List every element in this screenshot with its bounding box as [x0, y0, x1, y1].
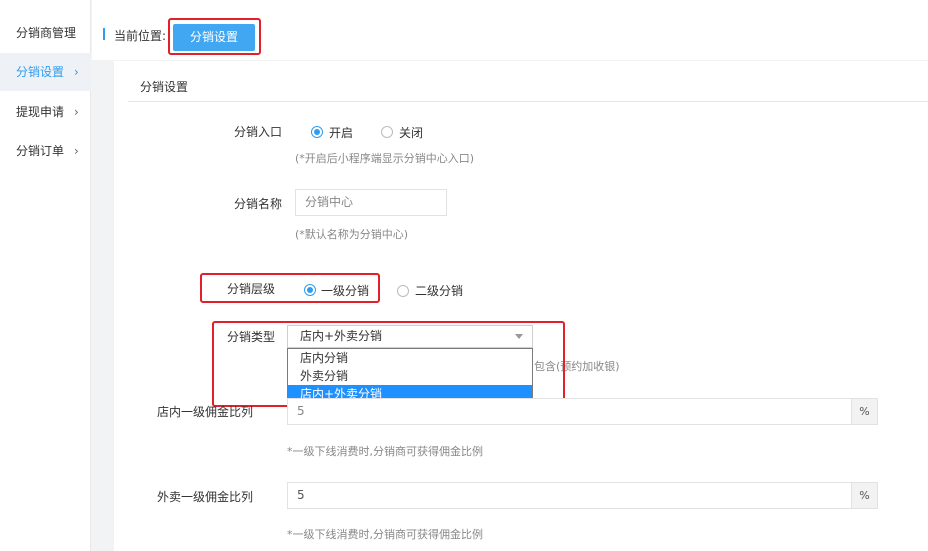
percent-suffix: % — [851, 398, 878, 425]
sidebar: 分销商管理 分销设置 › 提现申请 › 分销订单 › — [0, 0, 91, 551]
store-rate-hint: *一级下线消费时,分销商可获得佣金比例 — [287, 445, 483, 458]
breadcrumb-marker — [103, 28, 105, 40]
entry-option-on[interactable]: 开启 — [329, 124, 353, 141]
highlight-box-type — [212, 321, 565, 407]
panel-title: 分销设置 — [140, 80, 189, 94]
takeout-commission-rate-input[interactable]: 5 — [287, 482, 852, 509]
sidebar-item-distribution-orders[interactable]: 分销订单 › — [0, 132, 91, 170]
chevron-right-icon: › — [74, 105, 79, 119]
entry-hint: (*开启后小程序端显示分销中心入口) — [295, 152, 475, 165]
percent-suffix: % — [851, 482, 878, 509]
panel-divider — [128, 101, 928, 102]
breadcrumb-label: 当前位置: — [114, 29, 167, 43]
store-rate-label: 店内一级佣金比列 — [157, 405, 254, 419]
entry-radio-on[interactable] — [311, 126, 323, 138]
name-label: 分销名称 — [234, 197, 283, 211]
chevron-right-icon: › — [74, 65, 79, 79]
entry-option-off[interactable]: 关闭 — [399, 124, 423, 141]
store-commission-rate-input[interactable]: 5 — [287, 398, 852, 425]
takeout-rate-hint: *一级下线消费时,分销商可获得佣金比例 — [287, 528, 483, 541]
entry-radio-off[interactable] — [381, 126, 393, 138]
sidebar-item-distribution-settings[interactable]: 分销设置 › — [0, 53, 91, 91]
main-content: 当前位置: 分销设置 分销设置 分销入口 开启 关闭 (*开启后小程序端显示分销… — [92, 0, 928, 551]
entry-label: 分销入口 — [234, 125, 283, 139]
name-hint: (*默认名称为分销中心) — [295, 228, 409, 241]
settings-panel: 分销设置 分销入口 开启 关闭 (*开启后小程序端显示分销中心入口) 分销名称 … — [114, 61, 928, 551]
sidebar-item-withdrawal-requests[interactable]: 提现申请 › — [0, 93, 91, 131]
takeout-rate-label: 外卖一级佣金比列 — [157, 490, 254, 504]
distribution-name-input[interactable]: 分销中心 — [295, 189, 447, 216]
chevron-right-icon: › — [74, 144, 79, 158]
sidebar-item-label: 提现申请 — [16, 105, 65, 119]
level-option-second[interactable]: 二级分销 — [415, 282, 463, 299]
sidebar-item-label: 分销商管理 — [16, 26, 77, 40]
breadcrumb: 当前位置: 分销设置 — [92, 0, 928, 60]
sidebar-item-label: 分销设置 — [16, 65, 65, 79]
level-radio-second[interactable] — [397, 285, 409, 297]
sidebar-item-label: 分销订单 — [16, 144, 65, 158]
highlight-box-breadcrumb — [168, 18, 261, 55]
highlight-box-level — [200, 273, 380, 303]
sidebar-item-distributor-management[interactable]: 分销商管理 — [0, 14, 91, 52]
